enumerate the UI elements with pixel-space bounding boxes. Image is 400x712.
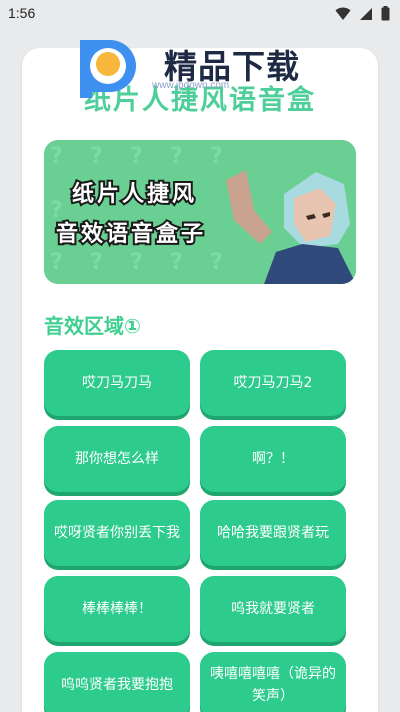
wifi-icon	[335, 7, 351, 20]
sound-button-label: 哎刀马刀马2	[233, 375, 313, 391]
sound-button-label: 咦嘻嘻嘻嘻（诡异的笑声）	[210, 666, 336, 704]
sound-button[interactable]: 啊？！	[200, 426, 346, 492]
banner-title-line2: 音效语音盒子	[54, 220, 207, 249]
watermark-logo: 精品下载 www.jpdown.com	[70, 36, 330, 100]
sound-button[interactable]: 呜呜贤者我要抱抱	[44, 652, 190, 712]
sound-button[interactable]: 那你想怎么样	[44, 426, 190, 492]
sound-button-label: 呜呜贤者我要抱抱	[61, 677, 173, 693]
banner-title-line1: 纸片人捷风	[70, 180, 198, 209]
sound-button[interactable]: 哎刀马刀马2	[200, 350, 346, 416]
sound-button-label: 棒棒棒棒！	[82, 601, 152, 617]
watermark-logo-icon	[80, 40, 136, 98]
banner-image: ? ? ? ? ? ? ? ? ? ? ? 纸片人捷风 音效语音盒子	[44, 140, 356, 284]
status-icons	[335, 6, 390, 21]
sound-button-label: 哈哈我要跟贤者玩	[217, 525, 329, 541]
watermark-url: www.jpdown.com	[152, 80, 230, 91]
sound-button[interactable]: 哈哈我要跟贤者玩	[200, 500, 346, 566]
section-title: 音效区域①	[44, 314, 141, 338]
sound-button-label: 啊？！	[252, 451, 294, 467]
sound-button-label: 哎刀马刀马	[82, 375, 152, 391]
sound-button[interactable]: 哎呀贤者你别丢下我	[44, 500, 190, 566]
sound-button-label: 哎呀贤者你别丢下我	[54, 525, 180, 541]
status-bar: 1:56	[0, 0, 400, 28]
status-time: 1:56	[8, 5, 36, 21]
battery-icon	[381, 6, 390, 21]
sound-button[interactable]: 哎刀马刀马	[44, 350, 190, 416]
sound-button-label: 那你想怎么样	[75, 451, 159, 467]
cell-signal-icon	[360, 7, 372, 20]
main-card: 纸片人捷风语音盒 ? ? ? ? ? ? ? ? ? ? ? 纸片人捷风 音效语…	[22, 48, 378, 712]
sound-button[interactable]: 棒棒棒棒！	[44, 576, 190, 642]
sound-button-label: 呜我就要贤者	[231, 601, 315, 617]
sound-button[interactable]: 咦嘻嘻嘻嘻（诡异的笑声）	[200, 652, 346, 712]
sound-button[interactable]: 呜我就要贤者	[200, 576, 346, 642]
character-illustration	[226, 170, 356, 284]
